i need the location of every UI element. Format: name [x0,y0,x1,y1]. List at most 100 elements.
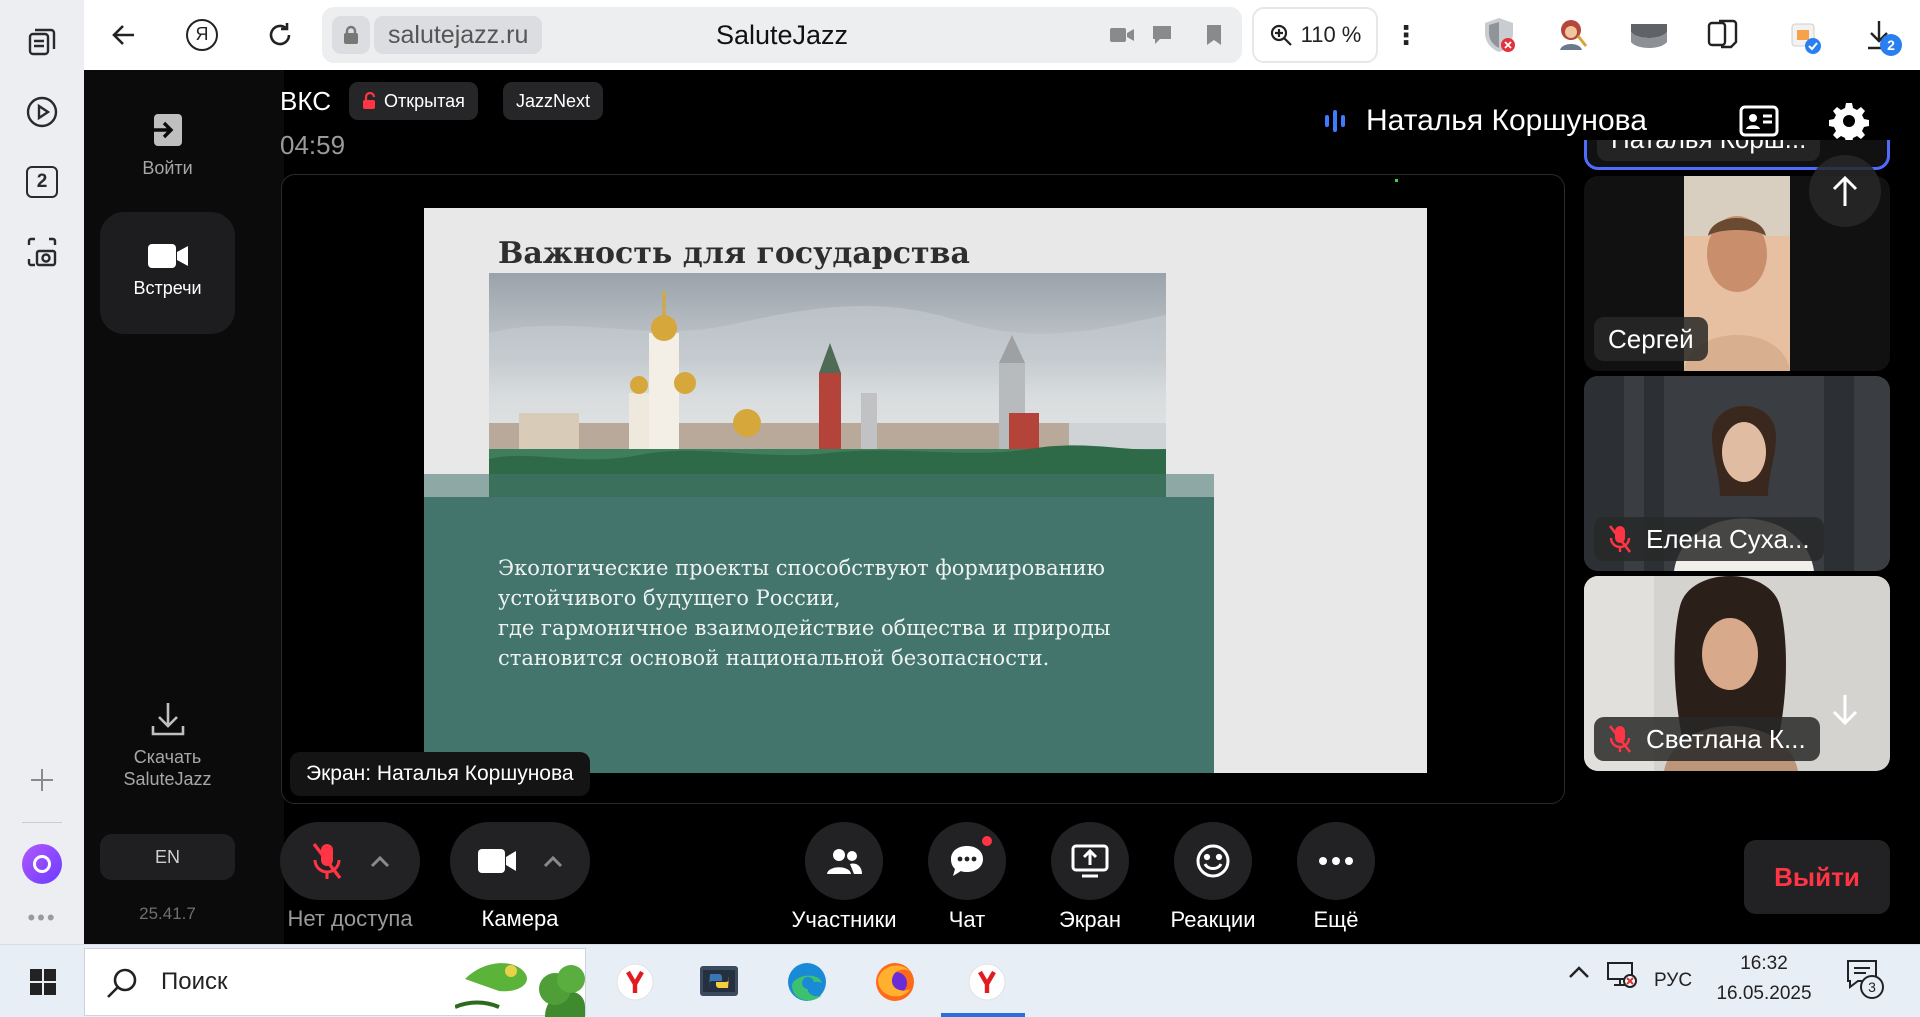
jazznext-badge[interactable]: JazzNext [503,82,604,120]
nav-login[interactable]: Войти [100,110,235,210]
taskbar-search[interactable]: Поиск [84,948,586,1017]
tabs-icon[interactable] [22,22,62,62]
camera-permission-icon[interactable] [1106,20,1138,50]
camera-control[interactable] [450,822,590,900]
yandex-y-icon: Я [186,19,218,51]
windows-start-button[interactable] [12,951,74,1013]
search-icon [107,968,137,998]
lock-icon[interactable] [332,16,370,54]
screen: 2 ••• Я SaluteJazz salutejazz.ru 110 % ⋮… [0,0,1920,1017]
scroll-down-button[interactable] [1809,674,1881,746]
zoom-indicator[interactable]: 110 % [1252,7,1378,63]
slide-band [424,474,1214,497]
back-button[interactable] [102,13,146,57]
language-switch[interactable]: EN [100,834,235,880]
id-card-icon [1739,105,1779,137]
participant-name: Сергей [1594,317,1708,361]
meeting-open-label: Открытая [384,91,465,111]
active-speaker: Наталья Коршунова [1324,104,1647,138]
reactions-button[interactable]: Реакции [1148,822,1278,933]
participant-name-with-mic: Елена Суха... [1594,517,1824,561]
live-dot [1395,179,1398,182]
firefox-taskbar-icon[interactable] [864,951,926,1013]
downloads-button[interactable]: 2 [1858,14,1902,56]
downloads-badge: 2 [1880,34,1902,56]
yandex-browser-active-taskbar-icon[interactable] [950,951,1024,1013]
app-version: 25.41.7 [139,904,196,923]
character-extension-icon[interactable] [1550,14,1592,56]
participant-tiles: Наталья Корш... Сергей [1584,140,1890,810]
python-ide-taskbar-icon[interactable] [688,951,750,1013]
more-label: Ещё [1313,907,1359,932]
domain-label[interactable]: salutejazz.ru [374,16,543,54]
search-placeholder: Поиск [161,968,228,995]
menu-dots-button[interactable]: ⋮ [1384,13,1428,57]
nav-download-label-2: SaluteJazz [123,769,212,789]
login-icon [100,110,235,150]
edge-taskbar-icon[interactable] [776,951,838,1013]
microphone-label: Нет доступа [287,906,413,931]
nav-login-label: Войти [142,158,193,178]
network-icon[interactable] [1606,959,1638,995]
nav-meetings[interactable]: Встречи [100,212,235,334]
chat-unread-dot [980,834,994,848]
share-screen-button[interactable]: Экран [1025,822,1155,933]
cards-stack-icon[interactable] [1702,14,1744,56]
kremlin-image [489,273,1166,497]
app-left-nav: Войти Встречи Скачать SaluteJazz EN 25.4… [84,70,284,944]
gift-extension-icon[interactable] [1784,14,1826,56]
notifications-button[interactable]: 3 [1846,959,1884,999]
participant-tile[interactable]: Елена Суха... [1584,376,1890,571]
share-screen-icon [1051,822,1129,900]
slide-line: Экологические проекты способствуют форми… [498,556,1105,580]
screen-share-stage[interactable]: Важность для государства Экологические п… [281,174,1565,804]
chevron-up-icon[interactable] [370,854,390,868]
bookmark-icon[interactable] [1198,20,1230,50]
nav-download-app[interactable]: Скачать SaluteJazz [100,700,235,800]
workspace-2-icon[interactable]: 2 [22,162,62,202]
play-icon[interactable] [22,92,62,132]
nav-download-label-1: Скачать [133,747,202,767]
meeting-open-badge[interactable]: Открытая [349,82,478,120]
leave-meeting-button[interactable]: Выйти [1744,840,1890,914]
comments-icon[interactable] [1148,20,1180,50]
more-button[interactable]: Ещё [1271,822,1401,933]
mic-off-icon [312,842,342,880]
participant-card-button[interactable] [1734,96,1784,146]
participants-button[interactable]: Участники [779,822,909,933]
card-extension-icon[interactable] [1628,14,1670,56]
tray-expand-chevron-icon[interactable] [1568,963,1590,985]
protect-extension-icon[interactable] [1478,14,1520,56]
scroll-up-button[interactable] [1809,155,1881,227]
settings-button[interactable] [1824,96,1874,146]
clock-date: 16.05.2025 [1716,983,1812,1004]
slide-line: где гармоничное взаимодействие общества … [498,616,1111,640]
chevron-up-icon[interactable] [543,854,563,868]
presentation-slide: Важность для государства Экологические п… [424,208,1427,773]
reload-button[interactable] [258,13,302,57]
screenshot-icon[interactable] [22,232,62,272]
participants-label: Участники [791,907,897,932]
chat-icon [928,822,1006,900]
alice-assistant-icon[interactable] [22,844,62,884]
participant-name: Светлана К... [1646,724,1806,754]
share-screen-label: Экран [1058,907,1122,932]
windows-taskbar: Поиск РУС 16:32 16.05.2025 3 [0,944,1920,1017]
chat-button[interactable]: Чат [902,822,1032,933]
add-icon[interactable] [22,760,62,800]
meeting-title: ВКС [280,86,331,116]
clock-time: 16:32 [1740,953,1788,974]
notifications-count: 3 [1860,975,1884,999]
yandex-browser-taskbar-icon[interactable] [604,951,666,1013]
input-language[interactable]: РУС [1654,970,1692,992]
more-dots-icon[interactable]: ••• [22,898,62,938]
participant-name: Наталья Корш... [1597,140,1821,161]
unlock-icon [363,92,376,109]
download-app-icon [100,700,235,738]
microphone-control[interactable] [280,822,420,900]
yandex-home-button[interactable]: Я [180,13,224,57]
slide-line: устойчивого будущего России, [498,586,841,610]
address-bar[interactable]: SaluteJazz salutejazz.ru [322,7,1242,63]
camera-label: Камера [481,906,559,931]
clock[interactable]: 16:32 16.05.2025 [1704,953,1824,1005]
